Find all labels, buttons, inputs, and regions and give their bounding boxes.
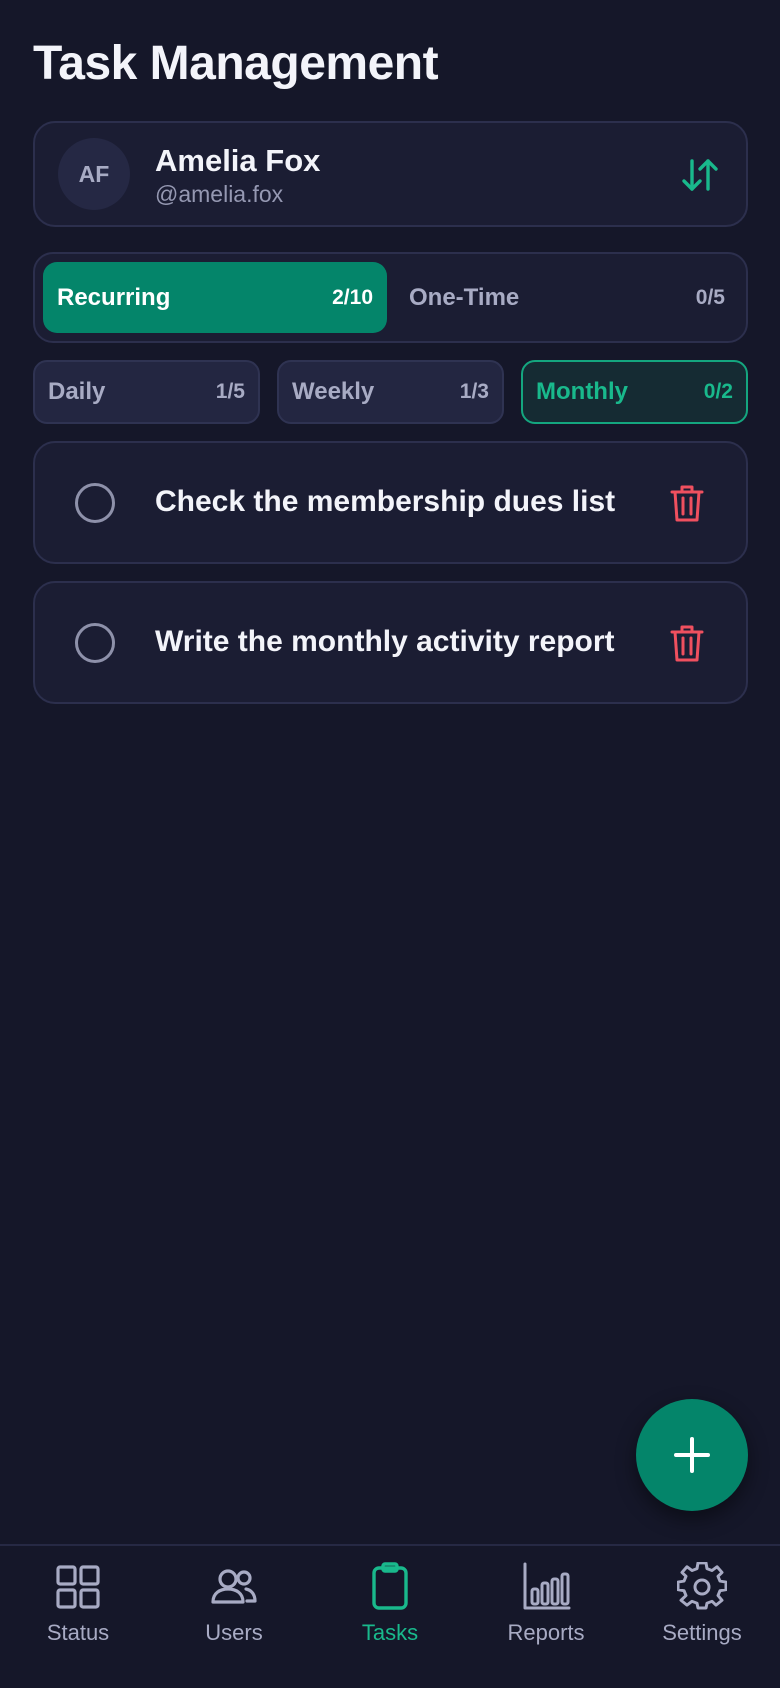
task-checkbox[interactable] <box>75 483 115 523</box>
nav-status[interactable]: Status <box>0 1562 156 1662</box>
bar-chart-icon <box>523 1562 571 1610</box>
user-handle: @amelia.fox <box>155 181 284 207</box>
task-item: Write the monthly activity report <box>33 581 748 704</box>
gear-icon <box>677 1562 727 1610</box>
tab-monthly-label: Monthly <box>536 378 628 405</box>
nav-reports[interactable]: Reports <box>468 1562 624 1662</box>
task-item: Check the membership dues list <box>33 441 748 564</box>
grid-icon <box>56 1565 100 1609</box>
tab-daily-count: 1/5 <box>215 380 245 403</box>
avatar: AF <box>58 138 130 210</box>
nav-tasks-label: Tasks <box>361 1620 419 1645</box>
nav-users[interactable]: Users <box>156 1562 312 1662</box>
tab-monthly-count: 0/2 <box>703 380 733 403</box>
plus-icon <box>674 1437 710 1473</box>
tab-one-time[interactable]: One-Time 0/5 <box>395 262 739 333</box>
nav-reports-label: Reports <box>507 1620 585 1645</box>
nav-settings-label: Settings <box>662 1620 742 1645</box>
trash-icon[interactable] <box>670 623 704 663</box>
nav-settings[interactable]: Settings <box>624 1562 780 1662</box>
tab-weekly-label: Weekly <box>292 378 375 405</box>
tab-weekly-count: 1/3 <box>459 380 489 403</box>
tab-recurring-count: 2/10 <box>332 285 373 309</box>
trash-icon[interactable] <box>670 483 704 523</box>
clipboard-icon <box>372 1562 408 1610</box>
add-task-button[interactable] <box>636 1399 748 1511</box>
task-text: Write the monthly activity report <box>155 625 615 658</box>
task-type-tabs: Recurring 2/10 One-Time 0/5 <box>33 252 748 343</box>
tab-daily-label: Daily <box>48 378 106 405</box>
swap-vertical-icon[interactable] <box>678 153 722 197</box>
page-title: Task Management <box>33 37 439 90</box>
nav-users-label: Users <box>205 1620 263 1645</box>
tab-recurring-label: Recurring <box>57 283 171 311</box>
tab-one-time-label: One-Time <box>409 283 520 311</box>
bottom-nav: Status Users Tasks Reports Settings <box>0 1544 780 1688</box>
tab-one-time-count: 0/5 <box>695 285 725 309</box>
nav-status-label: Status <box>46 1620 110 1645</box>
tab-monthly[interactable]: Monthly 0/2 <box>521 360 748 424</box>
task-text: Check the membership dues list <box>155 485 616 518</box>
nav-tasks[interactable]: Tasks <box>312 1562 468 1662</box>
task-checkbox[interactable] <box>75 623 115 663</box>
tab-recurring[interactable]: Recurring 2/10 <box>43 262 387 333</box>
user-card[interactable]: AF Amelia Fox @amelia.fox <box>33 121 748 227</box>
user-name: Amelia Fox <box>155 143 321 178</box>
tab-weekly[interactable]: Weekly 1/3 <box>277 360 504 424</box>
users-icon <box>211 1569 257 1604</box>
tab-daily[interactable]: Daily 1/5 <box>33 360 260 424</box>
